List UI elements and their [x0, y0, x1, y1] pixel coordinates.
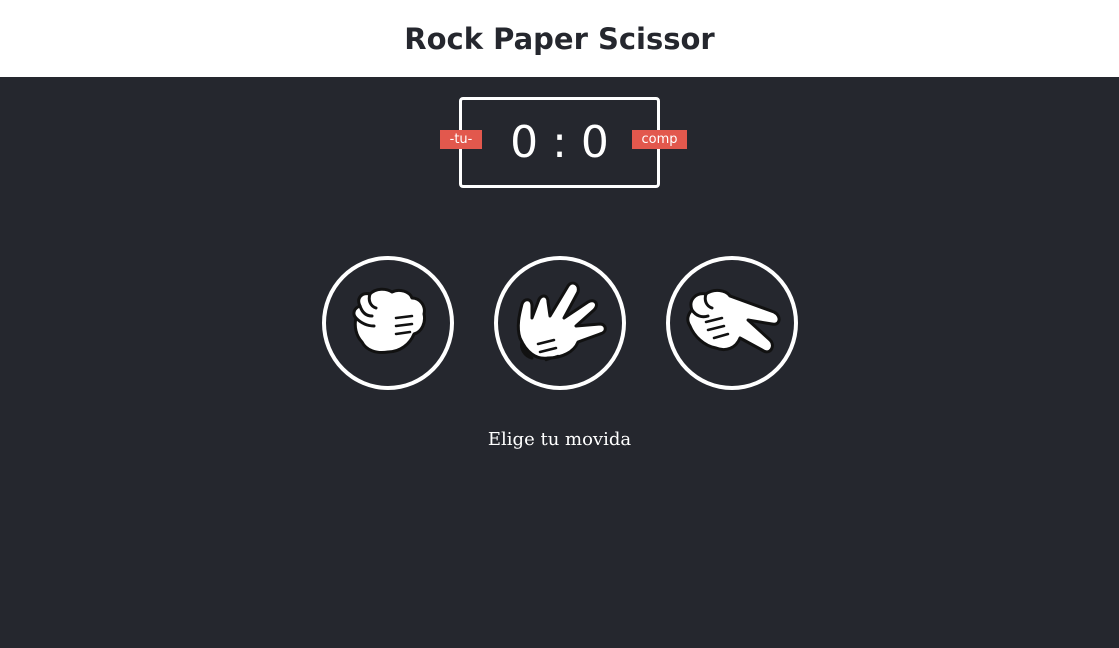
user-score: 0 [510, 117, 539, 168]
scissors-choice-button[interactable] [666, 256, 798, 390]
app-header: Rock Paper Scissor [0, 0, 1119, 77]
user-label-badge: -tu- [440, 130, 482, 149]
page-title: Rock Paper Scissor [404, 22, 715, 56]
rock-hand-icon [352, 287, 426, 354]
score-separator: : [552, 117, 567, 168]
scissors-hand-icon [686, 288, 781, 354]
score-board: 0 : 0 [459, 97, 660, 188]
comp-label-badge: comp [632, 130, 687, 149]
paper-hand-icon [516, 281, 607, 362]
rock-choice-button[interactable] [322, 256, 454, 390]
status-message: Elige tu movida [487, 429, 632, 450]
comp-score: 0 [580, 117, 609, 168]
paper-choice-button[interactable] [494, 256, 626, 390]
score-display: 0 : 0 [462, 100, 657, 185]
